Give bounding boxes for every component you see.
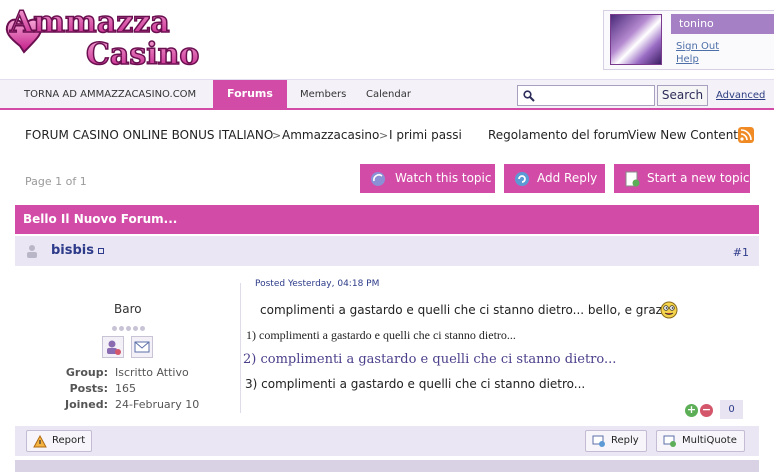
warning-icon: [33, 435, 47, 448]
page-info: Page 1 of 1: [25, 175, 87, 188]
post-divider: [240, 283, 241, 413]
tab-calendar[interactable]: Calendar: [366, 80, 411, 110]
post-author-bar: bisbis #1: [15, 236, 759, 266]
main-nav: TORNA AD AMMAZZACASINO.COM Forums Member…: [0, 80, 774, 110]
avatar[interactable]: [610, 14, 662, 65]
logo-text-bottom: Casino: [86, 37, 199, 72]
rank-dots: [112, 321, 147, 334]
smiley-icon: [660, 301, 678, 319]
search-icon: [523, 90, 535, 102]
rss-icon[interactable]: [738, 127, 754, 143]
watch-icon: [371, 172, 385, 186]
post-text-line: 3) complimenti a gastardo e quelli che c…: [245, 377, 586, 391]
multiquote-icon: [663, 435, 676, 447]
reputation-count: 0: [720, 400, 743, 419]
offline-status-icon: [98, 248, 104, 254]
start-new-topic-label: Start a new topic: [647, 171, 750, 185]
search-button[interactable]: Search: [657, 85, 708, 106]
group-label: Group:: [65, 366, 108, 379]
footer-strip: [15, 460, 759, 472]
watch-topic-button[interactable]: Watch this topic: [360, 164, 495, 193]
watch-topic-label: Watch this topic: [395, 171, 492, 185]
group-value: Iscritto Attivo: [115, 366, 189, 379]
reputation-minus-button[interactable]: −: [700, 404, 713, 417]
home-link[interactable]: TORNA AD AMMAZZACASINO.COM: [24, 80, 196, 110]
reply-icon: [592, 435, 605, 447]
start-new-topic-button[interactable]: Start a new topic: [614, 164, 750, 193]
tab-members[interactable]: Members: [300, 80, 346, 110]
breadcrumb-separator: >: [379, 129, 389, 142]
joined-label: Joined:: [65, 398, 108, 411]
reply-label: Reply: [611, 435, 639, 446]
breadcrumb-item-ammazzacasino[interactable]: Ammazzacasino: [282, 128, 379, 142]
breadcrumb-item-primi-passi[interactable]: I primi passi: [389, 128, 462, 142]
post-number-link[interactable]: #1: [733, 246, 749, 259]
post-text-line: 1) complimenti a gastardo e quelli che c…: [246, 328, 516, 342]
breadcrumb-separator: >: [272, 129, 282, 142]
page: Ammazza Casino tonino Sign Out Help TORN…: [0, 0, 774, 472]
posts-value: 165: [115, 382, 136, 395]
help-link[interactable]: Help: [676, 54, 699, 65]
breadcrumb-item-forum[interactable]: FORUM CASINO ONLINE BONUS ITALIANO: [25, 128, 273, 142]
add-reply-button[interactable]: Add Reply: [504, 164, 605, 193]
joined-value: 24-February 10: [115, 398, 200, 411]
post-text-line: complimenti a gastardo e quelli che ci s…: [260, 303, 673, 317]
post-author-name[interactable]: bisbis: [51, 243, 94, 258]
add-reply-label: Add Reply: [537, 171, 598, 185]
tab-forums[interactable]: Forums: [213, 80, 287, 110]
username[interactable]: tonino: [671, 14, 774, 34]
multiquote-label: MultiQuote: [682, 435, 737, 446]
report-label: Report: [52, 435, 86, 446]
reply-button[interactable]: Reply: [585, 430, 647, 452]
site-logo[interactable]: Ammazza Casino: [2, 2, 212, 72]
forum-rules-link[interactable]: Regolamento del forum: [488, 128, 629, 142]
report-button[interactable]: Report: [26, 430, 92, 452]
post-controls-bar: [15, 426, 759, 456]
profile-card-icon[interactable]: [102, 336, 124, 358]
reputation-plus-button[interactable]: +: [685, 404, 698, 417]
topic-title: Bello Il Nuovo Forum...: [15, 205, 759, 234]
posts-label: Posts:: [69, 382, 108, 395]
search-input[interactable]: [517, 85, 655, 106]
logo-text-top: Ammazza: [9, 5, 170, 40]
multiquote-button[interactable]: MultiQuote: [656, 430, 745, 452]
new-topic-icon: [625, 171, 640, 187]
post-timestamp[interactable]: Posted Yesterday, 04:18 PM: [255, 279, 379, 289]
author-display-name: Baro: [114, 302, 142, 316]
reply-icon: [515, 172, 529, 186]
sign-out-link[interactable]: Sign Out: [676, 41, 719, 52]
site-header: Ammazza Casino tonino Sign Out Help: [0, 0, 774, 80]
user-icon: [27, 245, 37, 258]
user-box: tonino Sign Out Help: [603, 10, 774, 70]
post-text-line: 2) complimenti a gastardo e quelli che c…: [243, 352, 617, 367]
advanced-search-link[interactable]: Advanced: [716, 90, 765, 101]
send-message-icon[interactable]: [131, 336, 153, 358]
view-new-content-link[interactable]: View New Content: [628, 128, 738, 142]
